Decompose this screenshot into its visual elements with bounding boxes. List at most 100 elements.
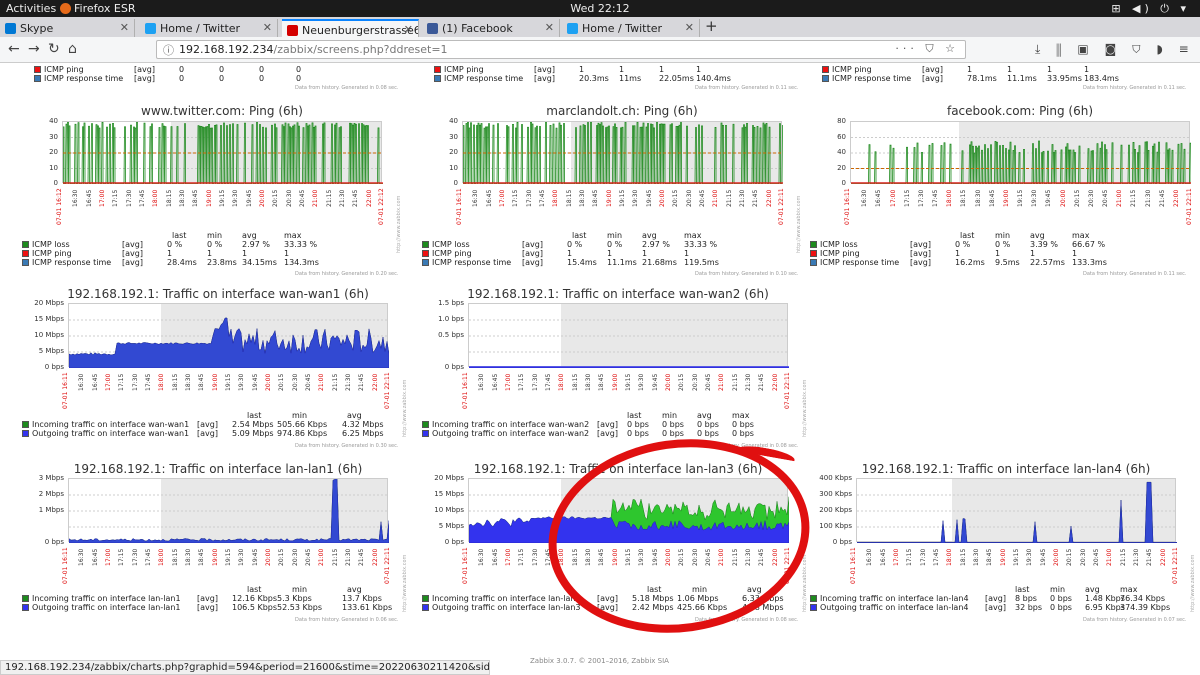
zabbix-link-vertical: http://www.zabbix.com xyxy=(1190,554,1196,612)
clock[interactable]: Wed 22:12 xyxy=(0,2,1200,15)
y-tick-label: 0 bps xyxy=(832,538,852,546)
close-tab-icon[interactable]: ✕ xyxy=(404,23,413,36)
legend-cell: [avg] xyxy=(597,603,618,612)
legend-cell: 106.5 Kbps xyxy=(232,603,278,612)
legend-cell: 2.54 Mbps xyxy=(232,420,274,429)
x-tick-label: 20:15 xyxy=(678,548,686,566)
back-icon[interactable]: ← xyxy=(8,41,20,57)
legend-cell: 66.67 % xyxy=(1072,240,1106,249)
legend-cell: [avg] xyxy=(122,249,143,258)
y-tick-label: 200 Kbps xyxy=(819,506,852,514)
close-tab-icon[interactable]: ✕ xyxy=(263,21,272,34)
system-tray[interactable]: ⊞ ◀) ⏻ ▾ xyxy=(1111,2,1190,16)
tab-2[interactable]: Neuenburgerstrasse6-10✕ xyxy=(282,19,419,37)
x-tick-label: 19:30 xyxy=(232,189,240,207)
legend-swatch xyxy=(810,250,817,257)
new-tab-button[interactable]: + xyxy=(705,17,718,35)
legend-cell: 20.3ms xyxy=(579,74,609,83)
ping-legend: last min avg max ICMP loss [avg] 0 % 0 % 2.97 % 3… xyxy=(22,231,322,267)
x-tick-label: 17:15 xyxy=(118,548,126,566)
tab-0[interactable]: Skype ✕ xyxy=(0,19,135,37)
x-tick-label: 18:30 xyxy=(185,548,192,566)
x-tick-label: 18:30 xyxy=(585,373,592,391)
x-label-end: 07-01 22:11 xyxy=(384,372,391,409)
zabbix-link-vertical: http://www.zabbix.com xyxy=(802,379,808,437)
x-tick-label: 16:45 xyxy=(85,189,93,207)
tab-4[interactable]: Home / Twitter ✕ xyxy=(562,19,700,37)
legend-header-cell: last xyxy=(1015,585,1030,594)
x-tick-label: 19:00 xyxy=(1002,189,1010,207)
x-tick-label: 17:15 xyxy=(906,548,914,566)
x-tick-label: 18:15 xyxy=(571,373,579,391)
tab-strip: Skype ✕ Home / Twitter ✕ Neuenburgerstrasse6… xyxy=(0,17,1200,37)
legend-cell: 974.86 Kbps xyxy=(277,429,328,438)
legend-cell: 0 bps xyxy=(627,429,649,438)
url-bar[interactable]: ⓘ 192.168.192.234/zabbix/screens.php?ddr… xyxy=(156,40,966,59)
x-tick-label: 20:45 xyxy=(299,189,306,207)
close-tab-icon[interactable]: ✕ xyxy=(685,21,694,34)
legend-header-cell: min xyxy=(207,231,223,240)
chart-title: 192.168.192.1: Traffic on interface lan-… xyxy=(73,462,363,476)
legend-cell: 23.8ms xyxy=(207,258,237,267)
y-tick-label: 400 Kbps xyxy=(819,474,852,482)
close-tab-icon[interactable]: ✕ xyxy=(120,21,129,34)
x-tick-label: 19:30 xyxy=(238,373,246,391)
x-tick-label: 17:15 xyxy=(518,373,526,391)
legend-cell: ICMP response time xyxy=(432,258,512,267)
legend-cell: 0 xyxy=(179,65,185,74)
legend-cell: 1 xyxy=(579,65,585,74)
zabbix-link-vertical: http://www.zabbix.com xyxy=(802,554,808,612)
traffic-chart-plot xyxy=(856,478,1177,543)
toolbar-icons[interactable]: ⤓ ⫼ ▣ ◙ ⛉ ◗ ≡ xyxy=(1035,42,1195,57)
traffic-chart-svg xyxy=(469,319,789,368)
x-tick-label: 21:15 xyxy=(731,373,739,391)
legend-cell: [avg] xyxy=(985,603,1006,612)
ping-chart-plot xyxy=(462,121,783,184)
home-icon[interactable]: ⌂ xyxy=(68,41,77,57)
legend-cell: 11.1ms xyxy=(1007,74,1037,83)
legend-swatch xyxy=(822,75,829,82)
x-tick-label: 17:45 xyxy=(539,189,546,207)
x-tick-label: 19:15 xyxy=(625,373,632,391)
y-tick-label: 40 xyxy=(837,148,846,156)
x-tick-label: 22:00 xyxy=(1172,189,1180,207)
page-actions[interactable]: ··· ⛉ ☆ xyxy=(895,42,959,56)
legend-header-cell: avg xyxy=(642,231,657,240)
legend-header-cell: avg xyxy=(347,411,362,420)
legend-cell: Incoming traffic on interface lan-lan1 xyxy=(32,594,181,603)
tab-1[interactable]: Home / Twitter ✕ xyxy=(140,19,278,37)
legend-cell: 4.18 Mbps xyxy=(742,603,784,612)
legend-cell: 2.97 % xyxy=(642,240,670,249)
x-tick-label: 16:45 xyxy=(491,373,499,391)
close-tab-icon[interactable]: ✕ xyxy=(545,21,554,34)
x-tick-label: 21:45 xyxy=(1158,189,1166,207)
incoming-traffic-series xyxy=(857,481,1177,543)
generated-note: Data from history. Generated in 0.11 sec… xyxy=(1083,85,1187,91)
reload-icon[interactable]: ↻ xyxy=(48,41,60,57)
x-label-start: 07-01 16:11 xyxy=(62,547,69,584)
legend-cell: 33.33 % xyxy=(284,240,318,249)
legend-cell: 0 % xyxy=(955,240,971,249)
legend-row: ICMP ping [avg] 0 0 0 0 xyxy=(34,65,324,74)
x-tick-label: 16:45 xyxy=(875,189,883,207)
legend-cell: 1.48 Kbps xyxy=(1085,594,1125,603)
legend-row: ICMP ping [avg] 1 1 1 1 xyxy=(822,65,1112,74)
legend-cell: 6.25 Mbps xyxy=(342,429,384,438)
x-tick-label: 16:45 xyxy=(91,548,99,566)
legend-cell: 3.39 % xyxy=(1030,240,1058,249)
url-host: 192.168.192.234 xyxy=(179,43,274,56)
legend-cell: 0 bps xyxy=(697,420,719,429)
x-tick-label: 21:30 xyxy=(345,548,352,566)
info-icon[interactable]: ⓘ xyxy=(163,42,174,58)
tab-favicon xyxy=(5,23,16,34)
tab-3[interactable]: (1) Facebook ✕ xyxy=(422,19,560,37)
x-tick-label: 19:00 xyxy=(611,548,619,566)
legend-cell: [avg] xyxy=(197,429,218,438)
forward-icon[interactable]: → xyxy=(28,41,40,57)
legend-swatch xyxy=(810,595,817,602)
legend-cell: ICMP response time xyxy=(820,258,900,267)
legend-cell: 1 xyxy=(167,249,173,258)
legend-cell: 0 bps xyxy=(1050,603,1072,612)
x-tick-label: 19:30 xyxy=(638,373,646,391)
legend-row: ICMP response time [avg] 78.1ms 11.1ms 33.95… xyxy=(822,74,1119,83)
